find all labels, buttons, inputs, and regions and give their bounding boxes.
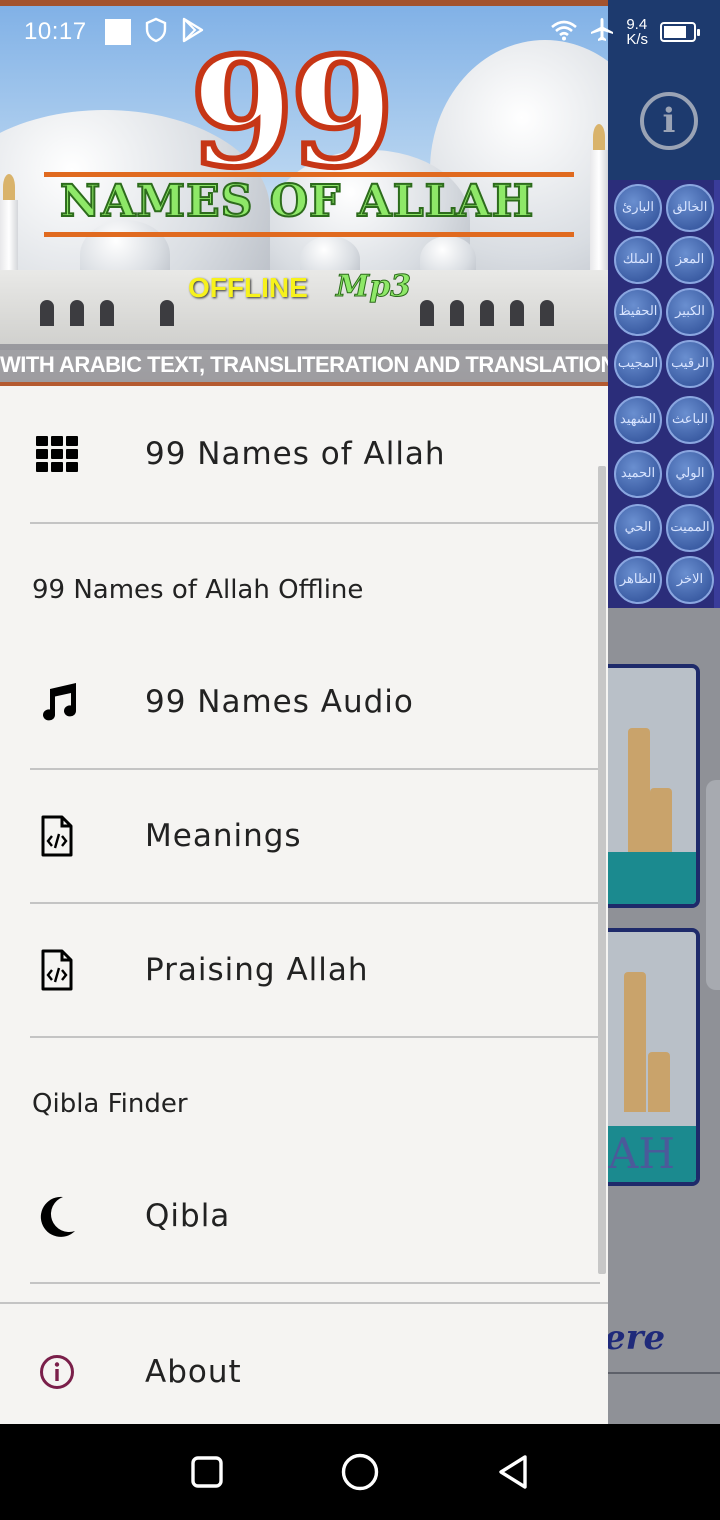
menu-item-about[interactable]: About (0, 1304, 608, 1424)
code-file-icon (36, 949, 78, 991)
name-coin: الاخر (666, 556, 714, 604)
name-coin: الكبير (666, 288, 714, 336)
recents-icon (190, 1456, 223, 1488)
airplane-icon (590, 17, 614, 47)
background-footer-text: ere (604, 1318, 666, 1358)
name-coin: البارئ (614, 184, 662, 232)
notification-square-icon (104, 19, 131, 45)
background-divider (608, 1372, 720, 1374)
status-time: 10:17 (24, 18, 87, 45)
name-coin: الحفيظ (614, 288, 662, 336)
name-coin: المميت (666, 504, 714, 552)
network-speed: 9.4 K/s (626, 17, 648, 47)
recents-button[interactable] (177, 1442, 237, 1502)
name-coin: الملك (614, 236, 662, 284)
background-card (600, 664, 700, 908)
battery-icon (660, 22, 700, 42)
menu-item-label: Qibla (145, 1198, 231, 1234)
back-button[interactable] (483, 1442, 543, 1502)
menu-item-label: 99 Names Audio (145, 684, 414, 720)
name-coin: المعز (666, 236, 714, 284)
name-coin: الحي (614, 504, 662, 552)
name-coin: الظاهر (614, 556, 662, 604)
network-speed-unit: K/s (626, 31, 648, 48)
crescent-moon-icon (36, 1195, 78, 1237)
name-coin: الباعث (666, 396, 714, 444)
name-coin: الشهيد (614, 396, 662, 444)
menu-item-99-names[interactable]: 99 Names of Allah (0, 386, 608, 522)
drawer-scrollbar[interactable] (598, 466, 606, 1274)
banner-subtitle: WITH ARABIC TEXT, TRANSLITERATION AND TR… (0, 344, 608, 382)
home-icon (341, 1453, 379, 1491)
grid-icon (36, 433, 78, 475)
name-coin: المجيب (614, 340, 662, 388)
wifi-icon (550, 19, 578, 45)
music-note-icon (36, 681, 78, 723)
shield-icon (145, 17, 167, 47)
menu-item-label: About (145, 1354, 242, 1390)
banner-offline-label: OFFLINE (188, 272, 308, 303)
status-bar: 10:17 9.4 K/s (0, 0, 720, 64)
background-info-icon: i (640, 92, 698, 150)
name-coin: الخالق (666, 184, 714, 232)
background-card: AH (600, 928, 700, 1186)
name-coin: الولي (666, 450, 714, 498)
background-card-text: AH (604, 1126, 696, 1182)
menu-item-audio[interactable]: 99 Names Audio (0, 636, 608, 768)
menu-item-label: Meanings (145, 818, 302, 854)
network-speed-value: 9.4 (626, 16, 648, 33)
home-button[interactable] (330, 1442, 390, 1502)
menu-item-praising[interactable]: Praising Allah (0, 904, 608, 1036)
menu-item-label: 99 Names of Allah (145, 436, 446, 472)
background-names-grid: البارئ الخالق الملك المعز الحفيظ الكبير … (608, 180, 720, 608)
menu-item-meanings[interactable]: Meanings (0, 770, 608, 902)
play-store-icon (181, 17, 205, 47)
info-icon (36, 1351, 78, 1393)
name-coin: الرقيب (666, 340, 714, 388)
navigation-drawer: 99 NAMES OF ALLAH OFFLINE Mp3 WITH ARABI… (0, 0, 608, 1424)
menu-item-qibla[interactable]: Qibla (0, 1150, 608, 1282)
banner-title: NAMES OF ALLAH (59, 176, 535, 227)
menu-item-label: Praising Allah (145, 952, 369, 988)
background-scroll-handle (706, 780, 720, 990)
back-icon (499, 1455, 528, 1489)
banner-mp3-label: Mp3 (335, 269, 412, 304)
system-navigation-bar (0, 1424, 720, 1520)
drawer-menu: 99 Names of Allah 99 Names of Allah Offl… (0, 386, 608, 1424)
code-file-icon (36, 815, 78, 857)
divider (30, 1282, 600, 1284)
name-coin: الحميد (614, 450, 662, 498)
